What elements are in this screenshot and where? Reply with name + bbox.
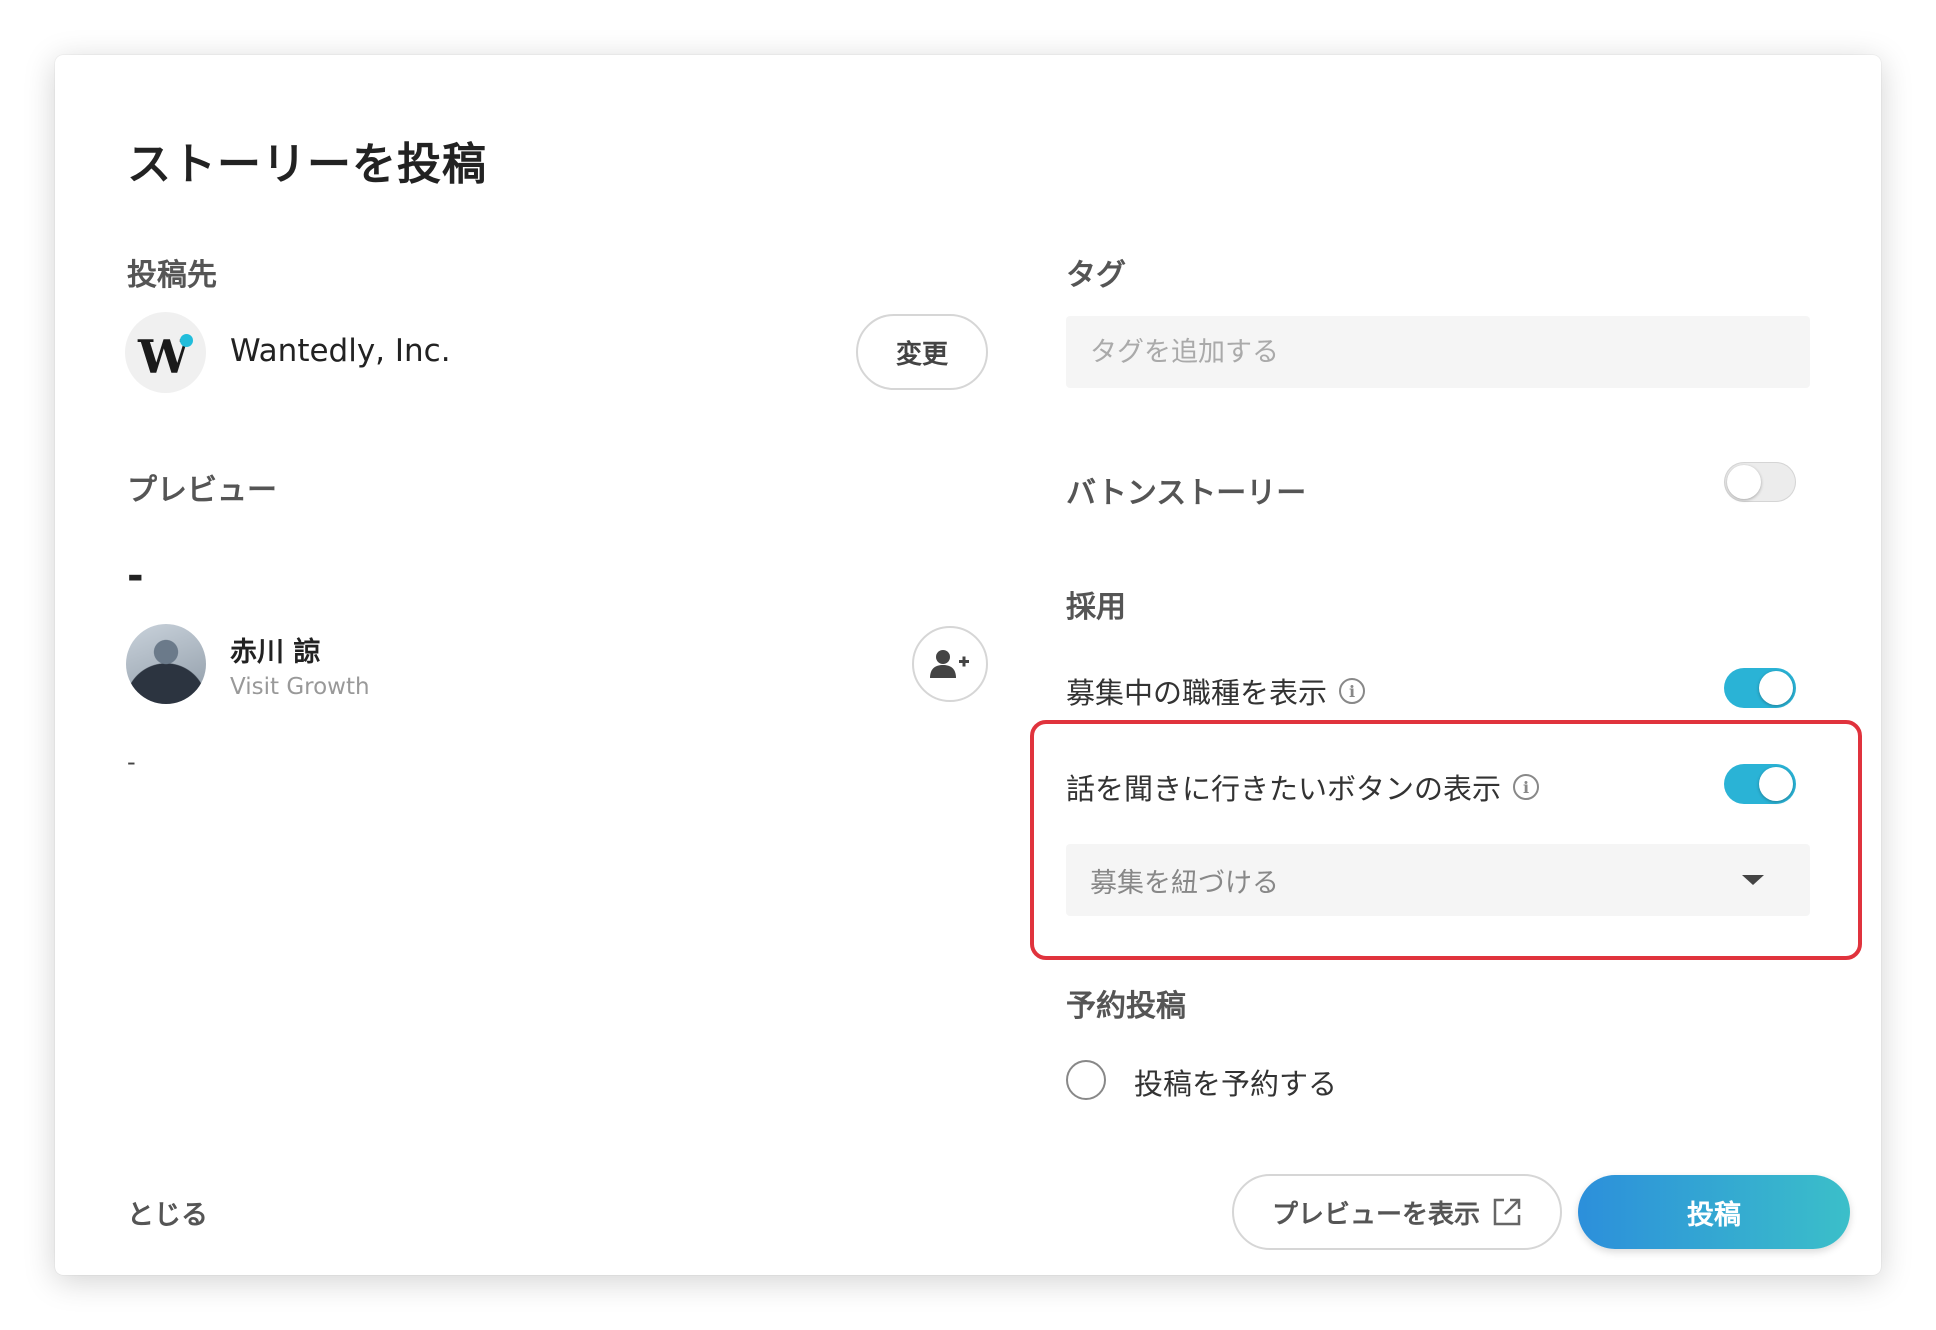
show-jobs-toggle[interactable] <box>1724 668 1796 708</box>
show-preview-button[interactable]: プレビューを表示 <box>1232 1174 1562 1250</box>
author-role: Visit Growth <box>230 674 370 700</box>
visit-button-toggle[interactable] <box>1724 764 1796 804</box>
external-link-icon <box>1493 1198 1521 1226</box>
change-destination-button[interactable]: 変更 <box>856 314 988 390</box>
baton-story-toggle[interactable] <box>1724 462 1796 502</box>
schedule-post-radio[interactable] <box>1066 1060 1106 1100</box>
chevron-down-icon <box>1742 875 1764 885</box>
company-name: Wantedly, Inc. <box>230 333 451 369</box>
schedule-label: 予約投稿 <box>1066 989 1186 1024</box>
tag-input[interactable] <box>1066 316 1810 388</box>
modal-title: ストーリーを投稿 <box>127 139 487 190</box>
tags-label: タグ <box>1066 258 1126 293</box>
show-jobs-label: 募集中の職種を表示 <box>1066 676 1328 710</box>
show-preview-label: プレビューを表示 <box>1271 1199 1480 1230</box>
close-link[interactable]: とじる <box>127 1193 208 1232</box>
show-jobs-row: 募集中の職種を表示 i <box>1066 670 1366 712</box>
link-job-select-value: 募集を紐づける <box>1090 867 1279 899</box>
link-job-select[interactable]: 募集を紐づける <box>1066 844 1810 916</box>
preview-body: - <box>127 748 136 776</box>
info-icon[interactable]: i <box>1513 774 1540 800</box>
wantedly-logo-icon: W <box>138 330 190 384</box>
highlight-annotation <box>1030 720 1862 960</box>
visit-button-row: 話を聞きに行きたいボタンの表示 i <box>1066 766 1540 808</box>
add-user-icon <box>930 650 969 678</box>
visit-button-label: 話を聞きに行きたいボタンの表示 <box>1066 772 1502 806</box>
recruit-label: 採用 <box>1066 590 1126 625</box>
add-coauthor-button[interactable] <box>912 626 988 702</box>
author-name: 赤川 諒 <box>230 637 321 668</box>
info-icon[interactable]: i <box>1339 678 1366 704</box>
baton-story-label: バトンストーリー <box>1066 476 1307 511</box>
author-avatar <box>126 624 206 704</box>
schedule-post-label[interactable]: 投稿を予約する <box>1134 1061 1337 1103</box>
destination-label: 投稿先 <box>127 258 217 293</box>
preview-label: プレビュー <box>127 473 277 508</box>
company-logo: W <box>125 312 206 393</box>
preview-story-title: - <box>127 553 144 599</box>
submit-button[interactable]: 投稿 <box>1578 1175 1850 1249</box>
